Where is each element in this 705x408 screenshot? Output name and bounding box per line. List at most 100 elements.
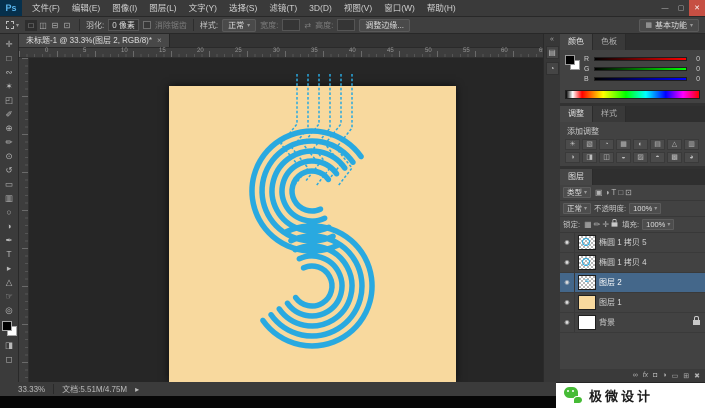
color-slider-track[interactable] bbox=[594, 57, 687, 61]
layer-filter-select[interactable]: 类型 ▾ bbox=[563, 187, 592, 198]
tab-swatches[interactable]: 色板 bbox=[593, 34, 626, 50]
menu-item-5[interactable]: 文字(Y) bbox=[183, 0, 223, 16]
lock-transparency-icon[interactable]: ▦ bbox=[584, 220, 592, 229]
visibility-toggle-icon[interactable]: ◉ bbox=[560, 293, 575, 312]
blend-mode-select[interactable]: 正常 ▾ bbox=[563, 203, 592, 214]
filter-pixel-icon[interactable]: ▣ bbox=[595, 188, 603, 197]
rectangular-marquee-tool[interactable]: □ bbox=[1, 51, 18, 65]
zoom-tool[interactable]: ◎ bbox=[1, 303, 18, 317]
visibility-toggle-icon[interactable]: ◉ bbox=[560, 253, 575, 272]
layer-thumbnail[interactable] bbox=[578, 315, 596, 330]
new-selection-icon[interactable]: □ bbox=[25, 19, 38, 31]
shape-tool[interactable]: △ bbox=[1, 275, 18, 289]
antialias-checkbox[interactable] bbox=[142, 21, 151, 29]
tab-adjustments[interactable]: 调整 bbox=[560, 106, 593, 122]
menu-item-11[interactable]: 帮助(H) bbox=[421, 0, 462, 16]
layer-thumbnail[interactable] bbox=[578, 255, 596, 270]
collapse-panels-icon[interactable]: « bbox=[550, 36, 554, 43]
active-tool-preset[interactable]: ▾ bbox=[4, 21, 21, 29]
menu-item-1[interactable]: 文件(F) bbox=[26, 0, 66, 16]
adjustment-icon-16[interactable]: ◕ bbox=[684, 152, 699, 163]
quick-mask-mode-button[interactable]: ◨ bbox=[1, 338, 18, 352]
adjustment-icon-1[interactable]: ☀ bbox=[565, 139, 580, 150]
height-input[interactable] bbox=[337, 19, 356, 31]
lock-pixels-icon[interactable]: ✏ bbox=[594, 220, 601, 229]
close-button[interactable]: ✕ bbox=[689, 0, 705, 16]
swap-dimensions-icon[interactable]: ⇄ bbox=[304, 21, 311, 30]
clone-stamp-tool[interactable]: ⊙ bbox=[1, 149, 18, 163]
horizontal-ruler[interactable]: 05101520253035404550556065 bbox=[19, 48, 546, 58]
menu-item-8[interactable]: 3D(D) bbox=[303, 0, 338, 16]
feather-input[interactable]: 0 像素 bbox=[108, 19, 139, 31]
adjustment-icon-11[interactable]: ◫ bbox=[599, 152, 614, 163]
adjustment-icon-2[interactable]: ▧ bbox=[582, 139, 597, 150]
style-select[interactable]: 正常 ▾ bbox=[222, 18, 257, 32]
color-spectrum-ramp[interactable] bbox=[565, 90, 700, 99]
properties-panel-icon[interactable]: ◔ bbox=[545, 62, 559, 75]
layer-style-icon[interactable]: fx bbox=[643, 372, 648, 379]
adjustment-icon-6[interactable]: ▤ bbox=[650, 139, 665, 150]
new-group-icon[interactable]: ▭ bbox=[672, 372, 679, 380]
filter-adjustment-icon[interactable]: ◑ bbox=[605, 188, 610, 197]
tab-color[interactable]: 颜色 bbox=[560, 34, 593, 50]
pen-tool[interactable]: ✒ bbox=[1, 233, 18, 247]
layer-row-2[interactable]: ◉ 椭圆 1 拷贝 4 bbox=[560, 253, 705, 273]
menu-item-10[interactable]: 窗口(W) bbox=[378, 0, 421, 16]
adjustment-icon-3[interactable]: ◔ bbox=[599, 139, 614, 150]
brush-tool[interactable]: ✏ bbox=[1, 135, 18, 149]
new-layer-icon[interactable]: ⊞ bbox=[683, 372, 689, 380]
layer-row-5[interactable]: ◉ 背景 bbox=[560, 313, 705, 333]
history-brush-tool[interactable]: ↺ bbox=[1, 163, 18, 177]
adjustment-icon-8[interactable]: ▥ bbox=[684, 139, 699, 150]
gradient-tool[interactable]: ▥ bbox=[1, 191, 18, 205]
opacity-select[interactable]: 100% ▾ bbox=[629, 203, 662, 214]
link-layers-icon[interactable]: ∞ bbox=[633, 372, 638, 379]
adjustment-icon-13[interactable]: ▨ bbox=[633, 152, 648, 163]
eraser-tool[interactable]: ▭ bbox=[1, 177, 18, 191]
fill-select[interactable]: 100% ▾ bbox=[642, 219, 675, 230]
move-tool[interactable]: ✛ bbox=[1, 37, 18, 51]
adjustment-icon-5[interactable]: ◐ bbox=[633, 139, 648, 150]
layer-thumbnail[interactable]: ≈ bbox=[578, 275, 596, 290]
lock-all-icon[interactable] bbox=[611, 218, 618, 227]
history-panel-icon[interactable]: ▤ bbox=[545, 46, 559, 59]
quick-selection-tool[interactable]: ✶ bbox=[1, 79, 18, 93]
width-input[interactable] bbox=[282, 19, 301, 31]
type-tool[interactable]: T bbox=[1, 247, 18, 261]
vertical-ruler[interactable] bbox=[19, 58, 29, 382]
lasso-tool[interactable]: ∾ bbox=[1, 65, 18, 79]
color-slider-track[interactable] bbox=[594, 67, 687, 71]
adjustment-icon-4[interactable]: ▦ bbox=[616, 139, 631, 150]
workspace-switcher[interactable]: ▦ 基本功能 ▾ bbox=[639, 18, 699, 32]
screen-mode-button[interactable]: ◻ bbox=[1, 352, 18, 366]
filter-smart-object-icon[interactable]: ⊡ bbox=[625, 188, 632, 197]
foreground-background-swatch[interactable] bbox=[1, 321, 17, 336]
menu-item-2[interactable]: 编辑(E) bbox=[66, 0, 106, 16]
add-selection-icon[interactable]: ◫ bbox=[37, 20, 49, 31]
adjustment-layer-icon[interactable]: ◑ bbox=[662, 372, 666, 379]
tab-close-icon[interactable]: × bbox=[157, 36, 162, 45]
adjustment-icon-10[interactable]: ◨ bbox=[582, 152, 597, 163]
menu-item-3[interactable]: 图像(I) bbox=[106, 0, 143, 16]
subtract-selection-icon[interactable]: ⊟ bbox=[49, 20, 61, 31]
document-tab[interactable]: 未标题-1 @ 33.3%(图层 2, RGB/8)* × bbox=[19, 34, 170, 47]
path-selection-tool[interactable]: ▸ bbox=[1, 261, 18, 275]
status-menu-arrow-icon[interactable]: ▸ bbox=[135, 385, 139, 394]
canvas[interactable] bbox=[19, 58, 543, 382]
adjustment-icon-12[interactable]: ◒ bbox=[616, 152, 631, 163]
adjustment-icon-9[interactable]: ◑ bbox=[565, 152, 580, 163]
dodge-tool[interactable]: ◑ bbox=[1, 219, 18, 233]
layer-mask-icon[interactable]: ◘ bbox=[653, 372, 657, 379]
healing-brush-tool[interactable]: ⊕ bbox=[1, 121, 18, 135]
color-panel-swatch[interactable] bbox=[565, 55, 580, 70]
menu-item-6[interactable]: 选择(S) bbox=[223, 0, 263, 16]
menu-item-7[interactable]: 滤镜(T) bbox=[263, 0, 303, 16]
layer-thumbnail[interactable] bbox=[578, 295, 596, 310]
filter-shape-icon[interactable]: □ bbox=[618, 188, 623, 197]
adjustment-icon-14[interactable]: ◓ bbox=[650, 152, 665, 163]
eyedropper-tool[interactable]: ✐ bbox=[1, 107, 18, 121]
hand-tool[interactable]: ☞ bbox=[1, 289, 18, 303]
menu-item-4[interactable]: 图层(L) bbox=[143, 0, 182, 16]
crop-tool[interactable]: ◰ bbox=[1, 93, 18, 107]
intersect-selection-icon[interactable]: ⊡ bbox=[61, 20, 73, 31]
